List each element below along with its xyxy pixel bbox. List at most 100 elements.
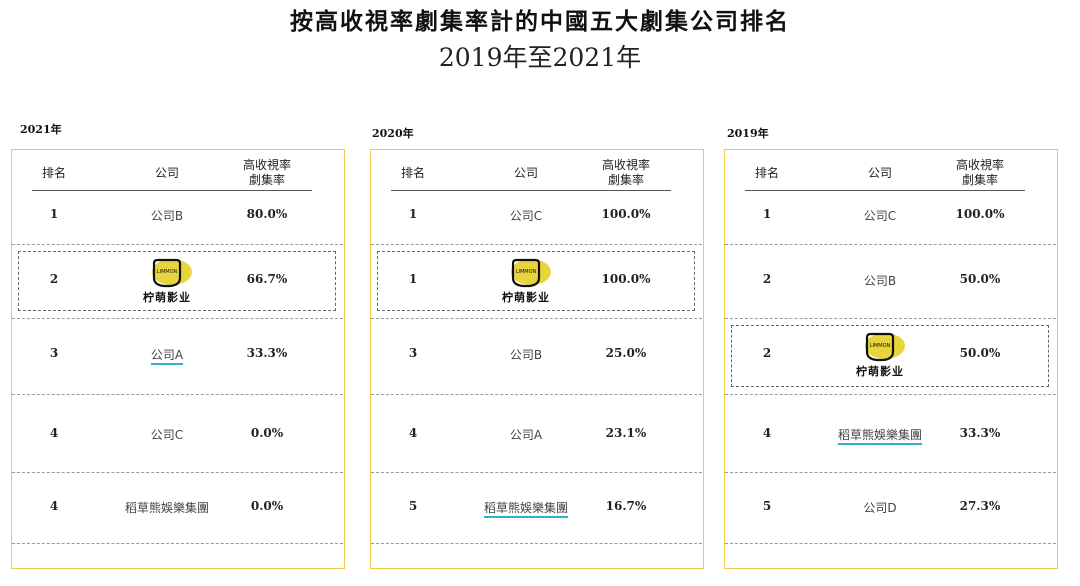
rate-value: 23.1% [605,426,647,440]
company-cell: 公司B [112,207,222,224]
row-separator [12,244,343,245]
company-cell: 公司D [825,499,935,516]
header-rank: 排名 [400,166,425,180]
company-name: 公司A [509,428,543,442]
company-name: 稻草熊娛樂集團 [124,501,209,515]
header-rate-line1: 高收視率 [242,158,291,172]
rate-value: 33.3% [959,426,1001,440]
rate-value: 80.0% [246,207,288,221]
header-rate: 高收視率 劇集率 [226,158,308,188]
ranking-panel: 排名 公司 高收視率 劇集率 1 公司C 100.0% 1 LIMMON 柠萌影业 100.0% 3 公… [370,149,704,569]
logo-badge-text: LIMMON [157,269,178,275]
rank-cell: 1 [49,207,59,221]
company-cell: 公司B [825,272,935,289]
rate-value: 0.0% [250,499,284,513]
header-underline [745,190,1025,191]
company-name: 公司C [863,209,897,223]
header-rate: 高收視率 劇集率 [939,158,1021,188]
header-rate-line2: 劇集率 [961,173,998,187]
row-separator [12,394,343,395]
company-cell: 稻草熊娛樂集團 [112,499,222,516]
company-cell: 稻草熊娛樂集團 [825,426,935,445]
rank-cell: 3 [408,346,418,360]
company-name: 公司D [863,501,897,515]
rate-value: 0.0% [250,426,284,440]
header-underline [32,190,312,191]
row-separator [725,394,1056,395]
header-underline [391,190,671,191]
header-rank: 排名 [41,166,66,180]
company-name: 公司A [150,348,184,365]
rank-cell: 5 [762,499,772,513]
company-name: 稻草熊娛樂集團 [837,428,922,445]
limmon-logo: LIMMON 柠萌影业 [132,258,202,308]
row-separator [12,472,343,473]
rate-value: 33.3% [246,346,288,360]
rank-cell: 1 [762,207,772,221]
row-separator [12,543,343,544]
row-separator [371,472,702,473]
rank-cell: 3 [49,346,59,360]
logo-badge-text: LIMMON [516,269,537,275]
header-rate-line2: 劇集率 [607,173,644,187]
rank-cell: 4 [49,426,59,440]
rate-value: 100.0% [955,207,1005,221]
row-separator [12,318,343,319]
row-separator [371,318,702,319]
company-name: 公司C [509,209,543,223]
header-rate-line1: 高收視率 [601,158,650,172]
row-separator [725,543,1056,544]
rank-cell: 4 [49,499,59,513]
ranking-panel: 排名 公司 高收視率 劇集率 1 公司C 100.0% 2 公司B 50.0% 2 LIMMON 柠萌影… [724,149,1058,569]
company-cell: 公司C [112,426,222,443]
company-name: 公司B [509,348,543,362]
rate-value: 50.0% [959,346,1001,360]
header-rate-line1: 高收視率 [955,158,1004,172]
logo-text: 柠萌影业 [502,291,550,304]
rate-value: 100.0% [601,207,651,221]
company-cell: 公司C [471,207,581,224]
rank-cell: 1 [408,272,418,286]
rate-value: 50.0% [959,272,1001,286]
logo-text: 柠萌影业 [143,291,191,304]
header-rank: 排名 [754,166,779,180]
rank-cell: 2 [762,272,772,286]
header-company: 公司 [867,166,892,180]
limmon-logo: LIMMON 柠萌影业 [491,258,561,308]
row-separator [371,543,702,544]
company-cell: 公司A [112,346,222,365]
lemon-icon: LIMMON [865,332,905,362]
lemon-icon: LIMMON [152,258,192,288]
rank-cell: 4 [762,426,772,440]
logo-text: 柠萌影业 [856,365,904,378]
header-rate: 高收視率 劇集率 [585,158,667,188]
company-name: 稻草熊娛樂集團 [483,501,568,518]
row-separator [725,472,1056,473]
page-subtitle: 2019年至2021年 [438,43,642,72]
page-title: 按高收視率劇集率計的中國五大劇集公司排名 [290,9,790,35]
company-name: 公司C [150,428,184,442]
header-rate-line2: 劇集率 [248,173,285,187]
rank-cell: 2 [762,346,772,360]
logo-badge-text: LIMMON [870,343,891,349]
rate-value: 16.7% [605,499,647,513]
row-separator [725,244,1056,245]
rank-cell: 5 [408,499,418,513]
row-separator [371,244,702,245]
year-label: 2021年 [20,123,62,136]
year-label: 2019年 [727,127,769,140]
company-name: 公司B [863,274,897,288]
company-cell: 公司B [471,346,581,363]
company-cell: 公司C [825,207,935,224]
limmon-logo: LIMMON 柠萌影业 [845,332,915,382]
row-separator [371,394,702,395]
rate-value: 66.7% [246,272,288,286]
company-name: 公司B [150,209,184,223]
company-cell: 稻草熊娛樂集團 [471,499,581,518]
rank-cell: 1 [408,207,418,221]
rate-value: 27.3% [959,499,1001,513]
rank-cell: 2 [49,272,59,286]
rate-value: 100.0% [601,272,651,286]
rank-cell: 4 [408,426,418,440]
year-label: 2020年 [372,127,414,140]
